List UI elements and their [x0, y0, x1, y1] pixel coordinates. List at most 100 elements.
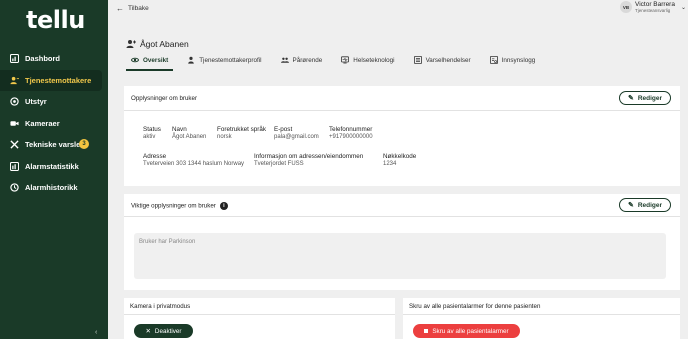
button-label: Rediger	[637, 201, 663, 209]
field-value: 1234	[383, 161, 397, 167]
card-title: Kamera i privatmodus	[130, 303, 191, 310]
tab-label: Tjenestemottakerprofil	[199, 56, 262, 64]
sidebar: tellu Dashbord Tjenestemottakere Utstyr …	[0, 0, 108, 339]
tab-label: Varselhendelser	[425, 56, 471, 64]
back-link[interactable]: ← Tilbake	[116, 4, 149, 13]
field-label: Navn	[172, 126, 187, 133]
device-icon	[10, 97, 19, 106]
sidebar-item-alarmhistorikk[interactable]: Alarmhistorikk	[0, 177, 108, 199]
list-icon	[413, 56, 422, 64]
sidebar-item-label: Alarmstatistikk	[25, 161, 79, 171]
person-add-icon	[126, 39, 136, 49]
disable-alarms-card: Skru av alle pasientalarmer for denne pa…	[403, 298, 680, 339]
divider	[403, 314, 680, 315]
tab-oversikt[interactable]: Oversikt	[126, 56, 174, 71]
patient-name: Ågot Abanen	[140, 39, 189, 49]
field-label: Telefonnummer	[329, 126, 373, 133]
field-email: E-post pala@gmail.com	[274, 126, 319, 140]
person-icon	[187, 56, 195, 64]
avatar: VB	[619, 1, 632, 13]
field-label: Nøkkelkode	[383, 153, 417, 160]
field-label: Status	[143, 126, 161, 133]
note-text: Bruker har Parkinson	[139, 239, 196, 245]
card-title: Skru av alle pasientalarmer for denne pa…	[409, 303, 541, 310]
sidebar-nav: Dashbord Tjenestemottakere Utstyr Kamera…	[0, 48, 108, 199]
divider	[124, 314, 395, 315]
sidebar-item-dashbord[interactable]: Dashbord	[0, 48, 108, 70]
field-language: Foretrukket språk norsk	[217, 126, 266, 140]
sidebar-item-tekniske-varsler[interactable]: Tekniske varsler 3	[0, 134, 108, 156]
arrow-left-icon: ←	[116, 4, 124, 13]
logo: tellu	[26, 6, 85, 34]
field-address: Adresse Tveterveien 303 1344 haslum Norw…	[143, 153, 244, 167]
topbar: ← Tilbake VB Victor Barrera Tjenesteansv…	[108, 0, 688, 20]
dashboard-icon	[10, 54, 19, 64]
tab-label: Innsynslogg	[501, 56, 536, 64]
page-title: Ågot Abanen	[126, 39, 189, 49]
sidebar-item-utstyr[interactable]: Utstyr	[0, 91, 108, 113]
chevron-down-icon: ⌄	[680, 4, 686, 11]
pencil-icon: ✎	[627, 202, 634, 209]
tab-parorende[interactable]: Pårørende	[276, 56, 328, 71]
field-label: Informasjon om adressen/eiendommen	[254, 153, 364, 160]
sidebar-item-alarmstatistikk[interactable]: Alarmstatistikk	[0, 156, 108, 178]
edit-button[interactable]: ✎ Rediger	[619, 91, 671, 105]
monitor-icon	[341, 56, 350, 64]
field-label: Foretrukket språk	[217, 126, 266, 133]
field-value: pala@gmail.com	[274, 134, 319, 140]
patient-header: Ågot Abanen Oversikt Tjenestemottakerpro…	[108, 20, 688, 78]
tab-helseteknologi[interactable]: Helseteknologi	[336, 56, 399, 71]
divider	[124, 216, 680, 217]
card-title: Viktige opplysninger om bruker i	[131, 202, 228, 210]
important-note-field[interactable]: Bruker har Parkinson	[134, 233, 666, 279]
tab-bar: Oversikt Tjenestemottakerprofil Pårørend…	[126, 56, 549, 71]
field-value: aktiv	[143, 134, 156, 140]
users-icon	[10, 76, 19, 85]
field-phone: Telefonnummer +917900000000	[329, 126, 373, 140]
chart-icon	[10, 161, 19, 171]
camera-off-icon: ✕	[145, 328, 151, 335]
camera-icon	[10, 119, 19, 128]
user-name: Victor Barrera	[634, 1, 675, 8]
eye-icon	[130, 56, 140, 64]
button-label: Skru av alle pasientalarmer	[432, 327, 509, 335]
tab-label: Helseteknologi	[353, 56, 395, 64]
sidebar-item-tjenestemottakere[interactable]: Tjenestemottakere	[0, 69, 102, 91]
card-title-text: Viktige opplysninger om bruker	[131, 202, 216, 210]
info-icon[interactable]: i	[219, 202, 228, 210]
tab-label: Pårørende	[292, 56, 323, 64]
tab-label: Oversikt	[143, 56, 169, 64]
deactivate-button[interactable]: ✕ Deaktiver	[134, 324, 193, 338]
tab-tjenestemottakerprofil[interactable]: Tjenestemottakerprofil	[182, 56, 266, 71]
card-title: Opplysninger om bruker	[131, 95, 198, 102]
edit-button[interactable]: ✎ Rediger	[619, 198, 671, 212]
history-icon	[10, 183, 19, 192]
user-menu[interactable]: VB Victor Barrera Tjenesteansvarlig ⌄	[619, 1, 686, 13]
field-value: Tveterjordet FUSS	[254, 161, 304, 167]
sidebar-item-label: Kameraer	[25, 118, 60, 128]
button-label: Deaktiver	[154, 327, 182, 335]
camera-privacy-card: Kamera i privatmodus ✕ Deaktiver	[124, 298, 395, 339]
field-key-code: Nøkkelkode 1234	[383, 153, 416, 167]
button-label: Rediger	[637, 94, 663, 102]
field-label: E-post	[274, 126, 293, 133]
disable-all-alarms-button[interactable]: Skru av alle pasientalarmer	[413, 324, 520, 338]
user-role: Tjenesteansvarlig	[634, 8, 671, 13]
sidebar-item-label: Alarmhistorikk	[25, 183, 78, 193]
collapse-sidebar-button[interactable]: ‹	[95, 329, 97, 336]
tab-varselhendelser[interactable]: Varselhendelser	[409, 56, 476, 71]
tab-innsynslogg[interactable]: Innsynslogg	[485, 56, 541, 71]
field-value: +917900000000	[329, 134, 373, 140]
divider	[124, 110, 680, 111]
user-info-card: Opplysninger om bruker ✎ Rediger Status …	[124, 86, 680, 186]
sidebar-item-label: Utstyr	[25, 97, 47, 107]
back-label: Tilbake	[128, 5, 149, 12]
log-icon	[489, 56, 498, 64]
field-address-info: Informasjon om adressen/eiendommen Tvete…	[254, 153, 363, 167]
group-icon	[280, 56, 289, 64]
sidebar-item-kameraer[interactable]: Kameraer	[0, 113, 108, 135]
important-info-card: Viktige opplysninger om bruker i ✎ Redige…	[124, 194, 680, 290]
field-status: Status aktiv	[143, 126, 161, 140]
stop-icon	[424, 329, 429, 333]
field-value: Tveterveien 303 1344 haslum Norway	[143, 161, 245, 167]
